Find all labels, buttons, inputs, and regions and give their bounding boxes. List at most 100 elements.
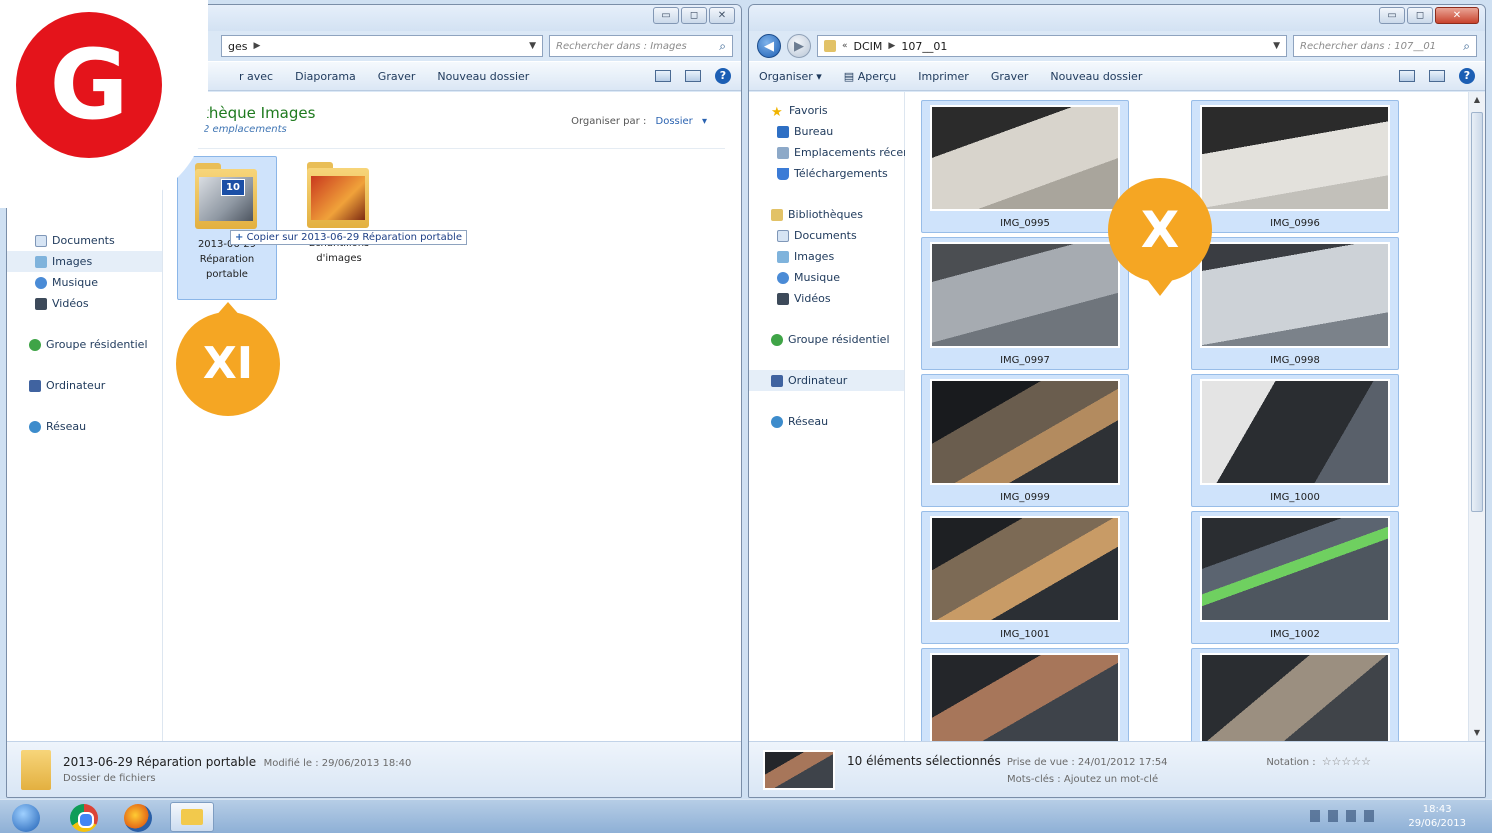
rating-stars[interactable]: ☆☆☆☆☆ (1322, 755, 1371, 768)
flag-icon[interactable] (1310, 810, 1320, 822)
chevron-right-icon: ▶ (253, 41, 261, 51)
nav-label: Favoris (789, 104, 828, 117)
slideshow-button[interactable]: Diaporama (295, 70, 356, 83)
breadcrumb-dcim[interactable]: DCIM (854, 40, 883, 53)
chevron-down-icon[interactable]: ▼ (529, 41, 536, 51)
title-bar[interactable]: ▭ ◻ ✕ (749, 5, 1485, 31)
nav-music[interactable]: Musique (7, 272, 162, 293)
preview-pane-icon[interactable] (685, 70, 701, 82)
start-button[interactable] (12, 804, 40, 832)
burn-button[interactable]: Graver (378, 70, 416, 83)
minimize-button[interactable]: ▭ (1379, 7, 1405, 24)
nav-label: Vidéos (52, 297, 89, 310)
view-options-icon[interactable] (655, 70, 671, 82)
chevron-down-icon[interactable]: ▼ (1273, 41, 1280, 51)
address-bar[interactable]: ges ▶ ▼ (221, 35, 543, 57)
explorer-window-right[interactable]: ▭ ◻ ✕ ◀ ▶ « DCIM ▶ 107__01 ▼ Rechercher … (748, 4, 1486, 798)
thumbnail-label: IMG_0999 (1000, 492, 1050, 503)
thumbnail-label: IMG_1000 (1270, 492, 1320, 503)
folder-item[interactable]: Échantillons d'images (289, 156, 389, 266)
nav-downloads[interactable]: Téléchargements (749, 163, 904, 184)
new-folder-button[interactable]: Nouveau dossier (437, 70, 529, 83)
homegroup-icon (771, 333, 783, 346)
homegroup-icon (29, 338, 41, 351)
arrange-by-dropdown[interactable]: Dossier (656, 116, 693, 127)
nav-computer[interactable]: Ordinateur (749, 370, 904, 391)
thumbnail-item[interactable]: IMG_0999 (921, 374, 1129, 507)
folder-item[interactable]: 10 2013-06-29 Réparation portable (177, 156, 277, 300)
thumbnail-label: IMG_0996 (1270, 218, 1320, 229)
help-icon[interactable]: ? (1459, 68, 1475, 84)
power-icon[interactable] (1346, 810, 1356, 822)
nav-documents[interactable]: Documents (7, 230, 162, 251)
nav-recent[interactable]: Emplacements récen (749, 142, 910, 163)
nav-computer[interactable]: Ordinateur (7, 375, 162, 396)
search-input[interactable]: Rechercher dans : Images ⌕ (549, 35, 733, 57)
nav-desktop[interactable]: Bureau (749, 121, 904, 142)
share-button[interactable]: r avec (239, 70, 273, 83)
organize-button[interactable]: Organiser ▾ (759, 70, 822, 83)
arrange-by-label: Organiser par : (571, 116, 647, 127)
scroll-down-arrow-icon[interactable]: ▼ (1469, 725, 1485, 741)
network-tray-icon[interactable] (1328, 810, 1338, 822)
nav-images[interactable]: Images (749, 246, 904, 267)
nav-documents[interactable]: Documents (749, 225, 904, 246)
nav-favorites[interactable]: ★ Favoris (749, 100, 904, 121)
nav-videos[interactable]: Vidéos (7, 293, 162, 314)
thumbnail-item[interactable]: IMG_1001 (921, 511, 1129, 644)
minimize-button[interactable]: ▭ (653, 7, 679, 24)
back-button[interactable]: ◀ (757, 34, 781, 58)
maximize-button[interactable]: ◻ (681, 7, 707, 24)
keywords-field[interactable]: Mots-clés : Ajoutez un mot-clé (1007, 774, 1471, 785)
close-button[interactable]: ✕ (709, 7, 735, 24)
preview-pane-icon[interactable] (1429, 70, 1445, 82)
address-text: ges (228, 39, 248, 53)
clock[interactable]: 18:43 29/06/2013 (1408, 803, 1466, 831)
volume-icon[interactable] (1364, 810, 1374, 822)
nav-network[interactable]: Réseau (749, 411, 904, 432)
scroll-up-arrow-icon[interactable]: ▲ (1469, 92, 1485, 108)
vertical-scrollbar[interactable]: ▲ ▼ (1468, 92, 1485, 741)
recent-places-icon (777, 146, 789, 159)
library-locations-link[interactable]: 2 emplacements (203, 124, 315, 135)
search-input[interactable]: Rechercher dans : 107__01 ⌕ (1293, 35, 1477, 57)
thumbnail-item[interactable]: IMG_0995 (921, 100, 1129, 233)
nav-music[interactable]: Musique (749, 267, 904, 288)
preview-button[interactable]: ▤ Aperçu (844, 70, 896, 83)
thumbnail-item[interactable]: IMG_1002 (1191, 511, 1399, 644)
close-button[interactable]: ✕ (1435, 7, 1479, 24)
nav-libraries[interactable]: Bibliothèques (749, 204, 904, 225)
star-icon: ★ (771, 104, 783, 120)
file-explorer-icon[interactable] (170, 802, 214, 832)
chevron-down-icon[interactable]: ▾ (702, 116, 707, 127)
nav-images[interactable]: Images (7, 251, 162, 272)
thumbnail-item[interactable]: IMG_1000 (1191, 374, 1399, 507)
scroll-thumb[interactable] (1471, 112, 1483, 512)
help-icon[interactable]: ? (715, 68, 731, 84)
music-icon (35, 276, 47, 289)
view-options-icon[interactable] (1399, 70, 1415, 82)
forward-button[interactable]: ▶ (787, 34, 811, 58)
documents-icon (35, 234, 47, 247)
library-title: thèque Images (203, 104, 316, 122)
nav-homegroup[interactable]: Groupe résidentiel (7, 334, 162, 355)
chrome-icon[interactable] (70, 804, 98, 832)
print-button[interactable]: Imprimer (918, 70, 969, 83)
maximize-button[interactable]: ◻ (1407, 7, 1433, 24)
new-folder-button[interactable]: Nouveau dossier (1050, 70, 1142, 83)
thumbnail-item[interactable]: IMG_0997 (921, 237, 1129, 370)
search-icon: ⌕ (1463, 38, 1470, 53)
search-icon: ⌕ (719, 38, 726, 53)
nav-homegroup[interactable]: Groupe résidentiel (749, 329, 904, 350)
thumbnail-item[interactable]: IMG_0996 (1191, 100, 1399, 233)
details-pane: 10 éléments sélectionnés Prise de vue : … (749, 741, 1485, 797)
photo-thumbnail (1200, 516, 1390, 622)
nav-network[interactable]: Réseau (7, 416, 162, 437)
folder-icon (824, 40, 836, 52)
burn-button[interactable]: Graver (991, 70, 1029, 83)
nav-videos[interactable]: Vidéos (749, 288, 904, 309)
breadcrumb-folder[interactable]: 107__01 (901, 40, 947, 53)
firefox-icon[interactable] (124, 804, 152, 832)
address-bar[interactable]: « DCIM ▶ 107__01 ▼ (817, 35, 1287, 57)
thumbnail-item[interactable]: IMG_0998 (1191, 237, 1399, 370)
